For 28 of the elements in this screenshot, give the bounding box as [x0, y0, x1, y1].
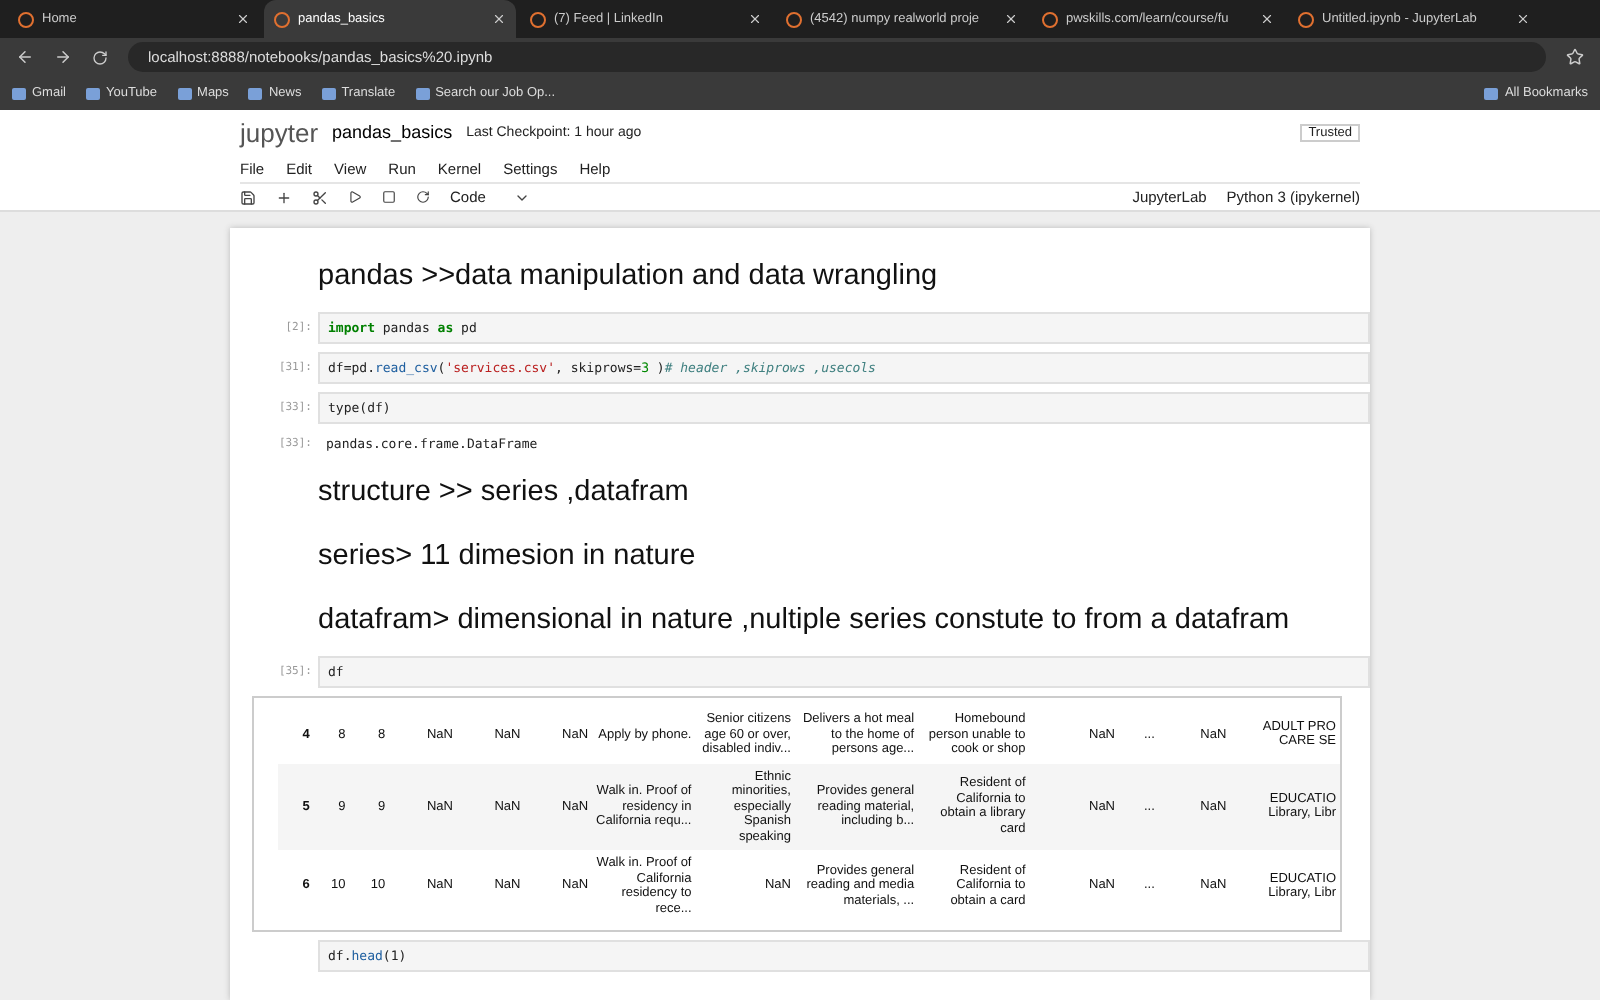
close-icon[interactable]	[1004, 12, 1018, 26]
jupyter-logo: jupyter	[240, 117, 319, 147]
markdown-heading: datafram> dimensional in nature ,nultiple series constute to from a datafram	[316, 602, 1292, 640]
reload-icon[interactable]	[92, 49, 108, 65]
markdown-heading: pandas >>data manipulation and data wrangling	[316, 258, 940, 296]
close-icon[interactable]	[1260, 12, 1274, 26]
stop-icon[interactable]	[382, 190, 396, 204]
tab-favicon-icon	[1042, 11, 1058, 27]
tab-favicon-icon	[786, 11, 802, 27]
forward-icon[interactable]	[54, 48, 72, 66]
cut-icon[interactable]	[312, 189, 328, 205]
close-icon[interactable]	[1516, 12, 1530, 26]
markdown-heading: series> 11 dimesion in nature	[316, 538, 698, 576]
back-icon[interactable]	[16, 48, 34, 66]
add-icon[interactable]	[276, 189, 292, 205]
tab-favicon-icon	[530, 11, 546, 27]
tab-favicon-icon	[1298, 11, 1314, 27]
star-icon[interactable]	[1566, 48, 1584, 66]
notebook-name[interactable]: pandas_basics	[332, 122, 453, 142]
close-icon[interactable]	[236, 12, 250, 26]
tab-favicon-icon	[18, 11, 34, 27]
restart-icon[interactable]	[416, 190, 430, 204]
markdown-heading: structure >> series ,datafram	[316, 474, 691, 512]
close-icon[interactable]	[748, 12, 762, 26]
close-icon[interactable]	[492, 12, 506, 26]
tab-favicon-icon	[274, 11, 290, 27]
run-icon[interactable]	[348, 190, 362, 204]
save-icon[interactable]	[240, 189, 256, 205]
